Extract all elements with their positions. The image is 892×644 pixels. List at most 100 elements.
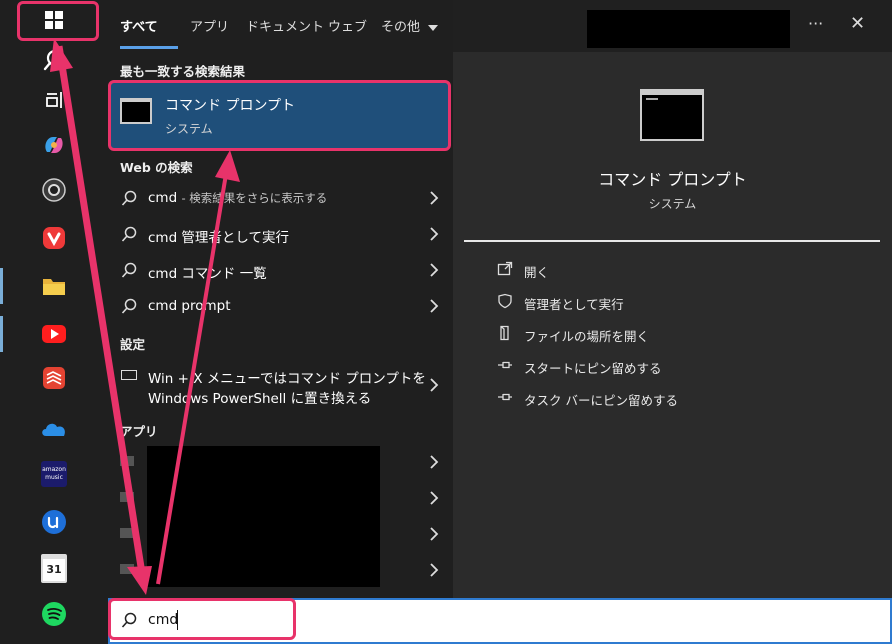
prompt-text-lines — [646, 98, 658, 100]
chevron-down-icon — [428, 24, 439, 31]
action-label: ファイルの場所を開く — [524, 329, 650, 344]
amazon-music-label-2: music — [45, 474, 63, 481]
web-result-row[interactable]: cmd prompt — [108, 288, 453, 324]
app-u-icon — [42, 510, 66, 534]
calendar-day: 31 — [46, 563, 62, 576]
chevron-right-icon — [429, 226, 439, 242]
settings-result-row[interactable]: Win + X メニューではコマンド プロンプトを Windows PowerS… — [108, 360, 453, 410]
action-open-file-location[interactable]: ファイルの場所を開く — [497, 319, 877, 349]
taskbar: amazon music 31 — [0, 0, 108, 644]
web-result-extra: - 検索結果をさらに表示する — [181, 191, 328, 205]
tab-apps[interactable]: アプリ — [190, 16, 229, 35]
close-button[interactable]: ✕ — [850, 13, 865, 34]
taskbar-search-button[interactable] — [22, 42, 86, 78]
action-label: 管理者として実行 — [524, 297, 624, 312]
todoist-icon — [43, 367, 65, 389]
folder-icon — [43, 279, 65, 295]
preview-pane: コマンド プロンプト システム 開く 管理者として実行 ファイルの場所を開く ス… — [453, 52, 892, 598]
open-icon — [497, 261, 513, 276]
app-icon — [120, 456, 134, 466]
chevron-right-icon — [429, 562, 439, 578]
tab-web[interactable]: ウェブ — [328, 16, 367, 35]
chevron-right-icon — [429, 190, 439, 206]
youtube-icon — [42, 325, 66, 343]
action-label: タスク バーにピン留めする — [524, 393, 678, 408]
web-result-query: cmd コマンド 一覧 — [148, 266, 267, 282]
more-options-button[interactable]: ··· — [808, 14, 823, 33]
active-indicator — [0, 268, 3, 304]
chevron-right-icon — [429, 298, 439, 314]
obs-button[interactable] — [22, 172, 86, 208]
task-view-button[interactable] — [22, 82, 86, 118]
action-run-as-admin[interactable]: 管理者として実行 — [497, 287, 877, 317]
redacted-app-list — [147, 446, 380, 587]
onedrive-button[interactable] — [22, 410, 86, 446]
app-icon — [120, 564, 134, 574]
preview-divider — [464, 240, 880, 242]
chevron-right-icon — [429, 454, 439, 470]
highlight-best-match — [108, 80, 451, 151]
apps-heading: アプリ — [120, 424, 158, 439]
highlight-search-box — [108, 598, 296, 640]
obs-icon — [42, 178, 66, 202]
search-icon — [121, 262, 137, 278]
search-icon — [121, 226, 137, 242]
calendar-button[interactable]: 31 — [22, 550, 86, 586]
search-icon — [43, 49, 64, 71]
vivaldi-icon — [43, 227, 65, 249]
youtube-button[interactable] — [22, 316, 86, 352]
vivaldi-button[interactable] — [22, 220, 86, 256]
action-pin-to-start[interactable]: スタートにピン留めする — [497, 351, 877, 381]
settings-heading: 設定 — [120, 337, 146, 352]
search-icon — [121, 190, 137, 206]
copilot-button[interactable] — [22, 127, 86, 163]
chevron-right-icon — [429, 377, 439, 393]
web-result-query: cmd — [148, 190, 178, 206]
amazon-music-button[interactable]: amazon music — [22, 456, 86, 492]
file-explorer-button[interactable] — [22, 268, 86, 304]
action-label: スタートにピン留めする — [524, 361, 662, 376]
redacted-account-area — [587, 10, 790, 48]
amazon-music-label-1: amazon — [42, 466, 66, 473]
command-prompt-large-icon — [640, 89, 704, 141]
filter-tabs: すべて アプリ ドキュメント ウェブ その他 — [108, 0, 588, 52]
pin-icon — [498, 361, 512, 369]
tab-documents[interactable]: ドキュメント — [246, 16, 324, 35]
web-result-query: cmd prompt — [148, 298, 231, 314]
chevron-right-icon — [429, 526, 439, 542]
action-open[interactable]: 開く — [497, 255, 877, 285]
preview-subtitle: システム — [648, 197, 697, 211]
calendar-icon: 31 — [41, 553, 67, 583]
pin-icon — [498, 393, 512, 401]
app-u-button[interactable] — [22, 504, 86, 540]
web-result-row[interactable]: cmd - 検索結果をさらに表示する — [108, 180, 453, 216]
shield-icon — [498, 293, 512, 309]
web-search-heading: Web の検索 — [120, 160, 193, 175]
search-icon — [121, 298, 137, 314]
copilot-icon — [45, 137, 63, 153]
web-result-row[interactable]: cmd コマンド 一覧 — [108, 252, 453, 288]
spotify-icon — [42, 602, 66, 626]
action-pin-to-taskbar[interactable]: タスク バーにピン留めする — [497, 383, 877, 413]
highlight-start-button — [17, 1, 99, 41]
task-view-icon — [46, 92, 62, 108]
settings-result-line2: Windows PowerShell に置き換える — [148, 391, 372, 407]
active-indicator — [0, 316, 3, 352]
tab-all[interactable]: すべて — [120, 16, 158, 35]
amazon-music-icon: amazon music — [41, 461, 67, 487]
settings-result-line1: Win + X メニューではコマンド プロンプトを — [148, 371, 426, 387]
active-tab-underline — [120, 46, 178, 49]
best-match-heading: 最も一致する検索結果 — [120, 64, 246, 79]
onedrive-icon — [42, 423, 65, 436]
action-label: 開く — [524, 265, 550, 280]
tab-more-label: その他 — [381, 20, 421, 35]
settings-monitor-icon — [121, 370, 137, 380]
spotify-button[interactable] — [22, 596, 86, 632]
todoist-button[interactable] — [22, 360, 86, 396]
chevron-right-icon — [429, 262, 439, 278]
tab-more[interactable]: その他 — [381, 16, 439, 35]
preview-title: コマンド プロンプト — [598, 170, 747, 189]
web-result-query: cmd 管理者として実行 — [148, 230, 290, 246]
chevron-right-icon — [429, 490, 439, 506]
web-result-row[interactable]: cmd 管理者として実行 — [108, 216, 453, 252]
